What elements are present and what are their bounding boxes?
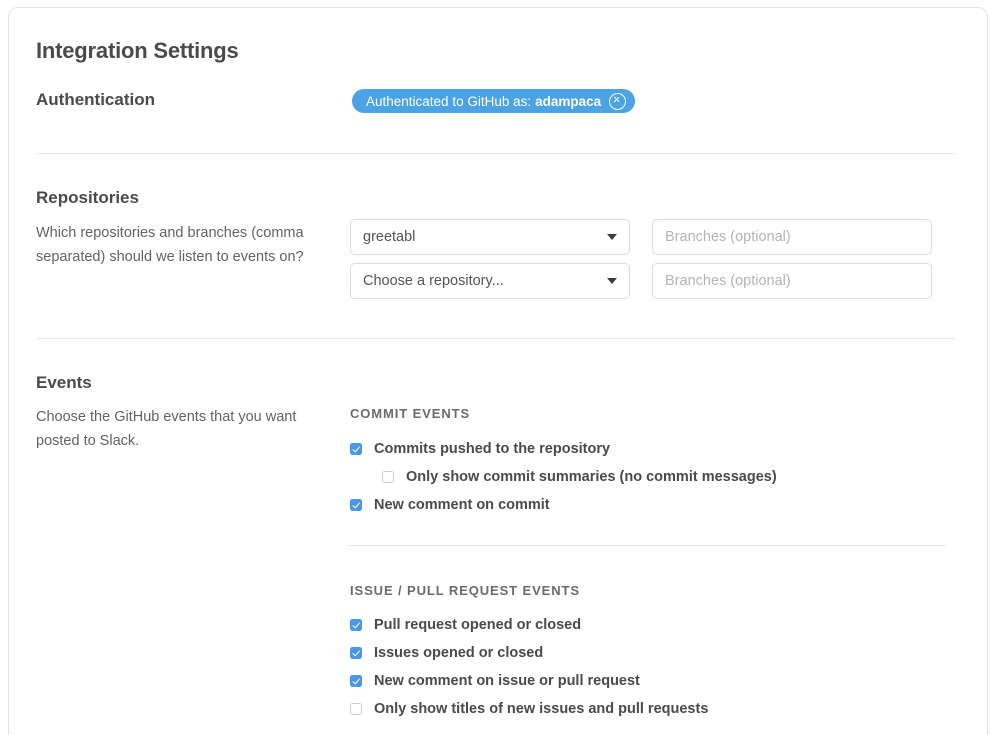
- checkbox-row-new-comment-on-commit[interactable]: New comment on commit: [350, 496, 550, 514]
- branches-input-2[interactable]: Branches (optional): [652, 263, 932, 299]
- chevron-down-icon: [607, 278, 617, 284]
- checkbox-commits-pushed[interactable]: [350, 443, 362, 455]
- checkbox-commit-summaries[interactable]: [382, 471, 394, 483]
- checkbox-label-new-comment-on-commit: New comment on commit: [374, 497, 550, 513]
- settings-card-body: Integration Settings Authentication Auth…: [9, 8, 987, 735]
- checkbox-issues-opened-closed[interactable]: [350, 647, 362, 659]
- divider-authentication: [36, 153, 956, 154]
- checkbox-row-commit-summaries[interactable]: Only show commit summaries (no commit me…: [382, 468, 777, 486]
- checkbox-row-commits-pushed[interactable]: Commits pushed to the repository: [350, 440, 610, 458]
- checkbox-label-commit-summaries: Only show commit summaries (no commit me…: [406, 469, 777, 485]
- authentication-username: adampaca: [535, 93, 602, 109]
- checkbox-label-pull-request-opened-closed: Pull request opened or closed: [374, 617, 582, 633]
- checkbox-label-new-comment-on-issue-or-pr: New comment on issue or pull request: [374, 673, 640, 689]
- branches-input-2-placeholder: Branches (optional): [665, 273, 791, 289]
- page-title: Integration Settings: [36, 38, 239, 63]
- settings-card: Integration Settings Authentication Auth…: [8, 7, 988, 735]
- authentication-badge-text: Authenticated to GitHub as:: [366, 93, 532, 109]
- checkbox-new-comment-on-issue-or-pr[interactable]: [350, 675, 362, 687]
- checkbox-label-issues-opened-closed: Issues opened or closed: [374, 645, 544, 661]
- repositories-heading: Repositories: [36, 188, 139, 207]
- repository-select-1-value: greetabl: [363, 229, 416, 245]
- repository-select-1[interactable]: greetabl: [350, 219, 630, 255]
- checkbox-row-new-comment-on-issue-or-pr[interactable]: New comment on issue or pull request: [350, 672, 640, 690]
- events-heading: Events: [36, 373, 92, 392]
- checkbox-row-issues-opened-closed[interactable]: Issues opened or closed: [350, 644, 543, 662]
- branches-input-1-placeholder: Branches (optional): [665, 229, 791, 245]
- branches-input-1[interactable]: Branches (optional): [652, 219, 932, 255]
- settings-page: Integration Settings Authentication Auth…: [0, 0, 999, 735]
- checkbox-only-show-titles[interactable]: [350, 703, 362, 715]
- divider-commit-events: [349, 545, 946, 546]
- checkbox-new-comment-on-commit[interactable]: [350, 499, 362, 511]
- events-description: Choose the GitHub events that you want p…: [36, 409, 297, 449]
- issue-pr-events-group-label: ISSUE / PULL REQUEST EVENTS: [350, 583, 580, 598]
- authentication-status-badge: Authenticated to GitHub as: adampaca: [352, 89, 636, 113]
- divider-repositories: [36, 338, 956, 339]
- repositories-description: Which repositories and branches (comma s…: [36, 225, 304, 265]
- checkbox-pull-request-opened-closed[interactable]: [350, 619, 362, 631]
- authentication-label: Authentication: [36, 90, 155, 109]
- repository-select-2-value: Choose a repository...: [363, 273, 504, 289]
- repository-select-2[interactable]: Choose a repository...: [350, 263, 630, 299]
- commit-events-group-label: COMMIT EVENTS: [350, 406, 471, 421]
- chevron-down-icon: [607, 234, 617, 240]
- close-circle-icon[interactable]: [609, 92, 627, 110]
- checkbox-label-commits-pushed: Commits pushed to the repository: [374, 441, 611, 457]
- checkbox-row-pull-request-opened-closed[interactable]: Pull request opened or closed: [350, 616, 581, 634]
- checkbox-row-only-show-titles[interactable]: Only show titles of new issues and pull …: [350, 700, 708, 718]
- checkbox-label-only-show-titles: Only show titles of new issues and pull …: [374, 701, 709, 717]
